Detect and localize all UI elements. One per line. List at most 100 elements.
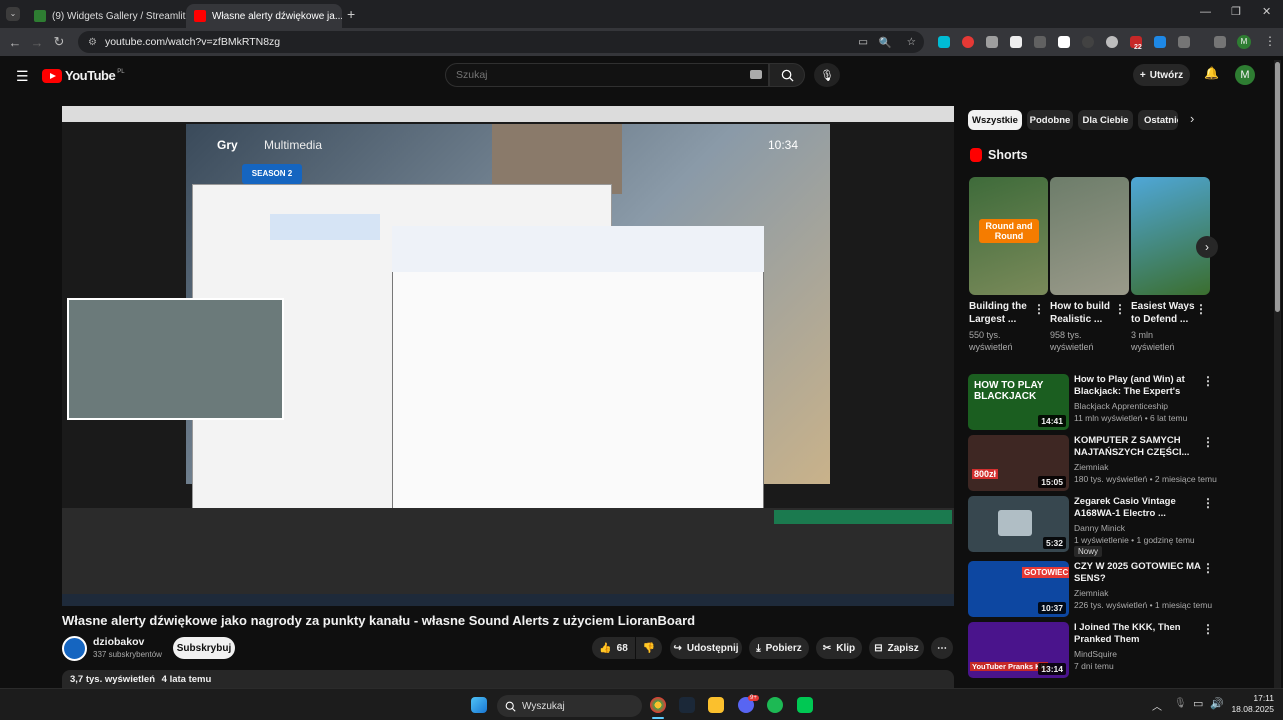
channel-name[interactable]: Blackjack Apprenticeship [1074,401,1168,411]
more-actions-button[interactable]: ⋯ [931,637,953,659]
share-button[interactable]: ↪ Udostępnij [670,637,742,659]
browser-menu-icon[interactable]: ⋮ [1264,34,1276,48]
filter-chip-all[interactable]: Wszystkie [968,110,1022,130]
maximize-icon[interactable]: ❐ [1231,5,1241,18]
back-icon[interactable]: ← [4,35,26,50]
tab-search-icon[interactable]: ⌄ [6,7,20,21]
more-vertical-icon[interactable]: ⋮ [1033,302,1045,316]
tab-youtube-active[interactable]: Własne alerty dźwiękowe ja... 🔊 ✕ [186,4,342,28]
extension-icon[interactable] [986,36,998,48]
create-button[interactable]: + Utwórz [1133,64,1190,86]
channel-name[interactable]: MindSquire [1074,649,1117,659]
save-button[interactable]: ⊟ Zapisz [869,637,924,659]
chevron-up-icon[interactable]: ︿ [1152,698,1162,713]
new-tab-icon[interactable]: + [347,6,355,22]
site-info-icon[interactable]: ⚙ [88,37,97,48]
puzzle-extensions-icon[interactable] [1178,36,1190,48]
channel-name[interactable]: Ziemniak [1074,588,1108,598]
cast-icon[interactable]: ▭ [858,36,868,48]
more-vertical-icon[interactable]: ⋮ [1202,561,1214,575]
extension-icon[interactable] [1010,36,1022,48]
taskbar-clock[interactable]: 17:11 18.08.2025 [1228,693,1274,715]
list-item[interactable]: 5:32 Zegarek Casio Vintage A168WA-1 Elec… [968,496,1214,557]
extension-icon[interactable] [1106,36,1118,48]
short-title[interactable]: Building the Largest ... [969,300,1035,326]
reload-icon[interactable]: ↻ [48,34,70,50]
profile-avatar[interactable]: M [1237,35,1251,49]
list-item[interactable]: GOTOWIEC 10:37 CZY W 2025 GOTOWIEC MA SE… [968,561,1214,619]
close-window-icon[interactable]: ✕ [1262,5,1271,18]
description-box[interactable]: 3,7 tys. wyświetleń 4 lata temu [62,670,954,688]
filter-chip-for-you[interactable]: Dla Ciebie [1078,110,1133,130]
video-title[interactable]: I Joined The KKK, Then Pranked Them [1074,622,1202,646]
more-vertical-icon[interactable]: ⋮ [1202,435,1214,449]
video-thumbnail[interactable]: YouTuber Pranks KK 13:14 [968,622,1069,678]
video-title[interactable]: CZY W 2025 GOTOWIEC MA SENS? [1074,561,1202,585]
video-thumbnail[interactable]: GOTOWIEC 10:37 [968,561,1069,617]
list-item[interactable]: 800zł 15:05 KOMPUTER Z SAMYCH NAJTAŃSZYC… [968,435,1217,493]
extension-icon[interactable] [1058,36,1070,48]
search-button[interactable] [769,63,805,87]
subscribe-button[interactable]: Subskrybuj [173,637,235,659]
short-thumbnail[interactable]: Round and Round [969,177,1048,295]
like-button[interactable]: 👍 68 [592,637,635,659]
more-vertical-icon[interactable]: ⋮ [1202,622,1214,636]
address-bar[interactable]: ⚙ youtube.com/watch?v=zfBMkRTN8zg ▭ 🔍 ☆ [78,31,924,53]
more-vertical-icon[interactable]: ⋮ [1202,374,1214,388]
bookmark-star-icon[interactable]: ☆ [907,36,916,48]
download-button[interactable]: ⤓ Pobierz [749,637,809,659]
keyboard-icon[interactable] [750,70,762,79]
reading-list-icon[interactable] [1214,36,1226,48]
short-title[interactable]: Easiest Ways to Defend ... [1131,300,1197,326]
extension-icon[interactable] [1082,36,1094,48]
video-thumbnail[interactable]: HOW TO PLAY BLACKJACK 14:41 [968,374,1069,430]
minimize-icon[interactable]: — [1200,6,1211,18]
notifications-bell-icon[interactable]: 🔔 [1204,66,1219,80]
app-icon[interactable] [797,697,813,713]
short-title[interactable]: How to build Realistic ... [1050,300,1116,326]
more-vertical-icon[interactable]: ⋮ [1202,496,1214,510]
extension-icon[interactable] [1034,36,1046,48]
more-vertical-icon[interactable]: ⋮ [1114,302,1126,316]
zoom-icon[interactable]: 🔍 [879,36,892,49]
video-player[interactable]: Gry Multimedia 10:34 SEASON 2 [62,106,954,606]
video-title[interactable]: Zegarek Casio Vintage A168WA-1 Electro .… [1074,496,1202,520]
chevron-right-icon[interactable]: › [1190,111,1194,126]
spotify-icon[interactable] [767,697,783,713]
taskbar-search[interactable]: Wyszukaj [497,695,642,717]
channel-avatar[interactable] [62,636,87,661]
more-vertical-icon[interactable]: ⋮ [1195,302,1207,316]
translate-icon[interactable] [1154,36,1166,48]
hamburger-menu-icon[interactable]: ☰ [16,68,29,85]
steam-icon[interactable] [679,697,695,713]
forward-icon[interactable]: → [26,35,48,50]
shorts-next-button[interactable]: › [1196,236,1218,258]
scrollbar-thumb[interactable] [1275,62,1280,312]
short-thumbnail[interactable] [1050,177,1129,295]
list-item[interactable]: YouTuber Pranks KK 13:14 I Joined The KK… [968,622,1214,680]
filter-chip-recent[interactable]: Ostatnio [1138,110,1178,130]
tab-streamlit[interactable]: (9) Widgets Gallery / Streamlit ✕ [26,4,186,28]
search-input[interactable] [445,63,769,87]
channel-name[interactable]: Ziemniak [1074,462,1108,472]
monitor-icon[interactable]: ▭ [1193,697,1203,710]
account-avatar[interactable]: M [1235,65,1255,85]
video-title[interactable]: How to Play (and Win) at Blackjack: The … [1074,374,1202,398]
clip-button[interactable]: ✂ Klip [816,637,862,659]
file-explorer-icon[interactable] [708,697,724,713]
list-item[interactable]: HOW TO PLAY BLACKJACK 14:41 How to Play … [968,374,1214,432]
video-thumbnail[interactable]: 5:32 [968,496,1069,552]
extension-icon[interactable] [938,36,950,48]
video-title[interactable]: KOMPUTER Z SAMYCH NAJTAŃSZYCH CZĘŚCI... [1074,435,1202,459]
chrome-icon[interactable] [650,697,666,713]
youtube-logo[interactable]: YouTube PL [42,68,125,83]
microphone-tray-icon[interactable]: 🎙 [1174,698,1187,709]
windows-start-icon[interactable] [471,697,487,713]
dislike-button[interactable]: 👎 [636,637,662,659]
channel-name[interactable]: dziobakov [93,636,144,648]
filter-chip-related[interactable]: Podobne [1027,110,1073,130]
short-thumbnail[interactable] [1131,177,1210,295]
extension-icon[interactable] [962,36,974,48]
channel-name[interactable]: Danny Minick [1074,523,1125,533]
video-thumbnail[interactable]: 800zł 15:05 [968,435,1069,491]
